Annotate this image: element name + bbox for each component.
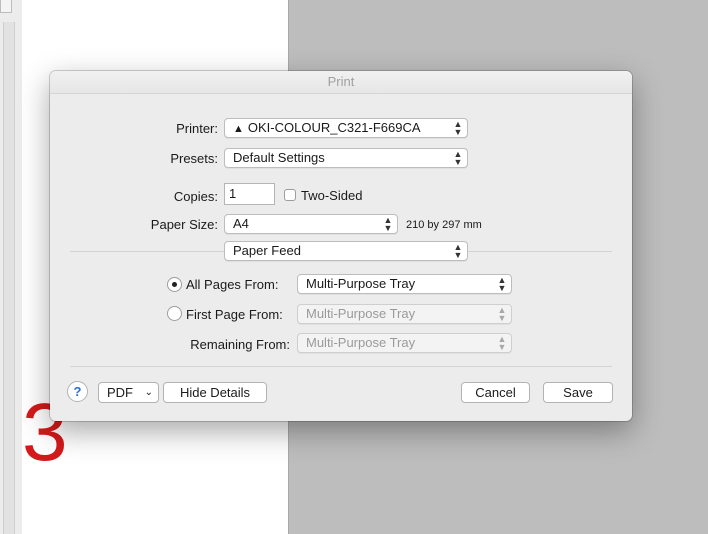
first-page-radio[interactable] [167,306,182,321]
two-sided-checkbox[interactable] [284,189,296,201]
dialog-title: Print [50,71,632,94]
up-down-chevron-icon: ▲ ▼ [453,242,463,260]
up-down-chevron-icon: ▲ ▼ [453,119,463,137]
warning-icon: ▲ [233,123,244,135]
document-sidebar [0,0,23,534]
up-down-chevron-icon: ▲ ▼ [497,275,507,293]
hide-details-button[interactable]: Hide Details [163,382,267,403]
copies-field[interactable]: 1 [224,183,275,205]
printer-popup[interactable]: ▲ OKI-COLOUR_C321-F669CA ▲ ▼ [224,118,468,138]
sidebar-top-control[interactable] [0,0,12,13]
section-value: Paper Feed [233,243,301,258]
up-down-chevron-icon: ▲ ▼ [497,305,507,323]
up-down-chevron-icon: ▲ ▼ [453,149,463,167]
presets-label: Presets: [170,151,218,166]
remaining-value: Multi-Purpose Tray [306,335,416,350]
paper-dimensions: 210 by 297 mm [406,219,482,231]
presets-popup[interactable]: Default Settings ▲ ▼ [224,148,468,168]
chevron-down-icon: ⌄ [144,387,153,398]
remaining-label: Remaining From: [190,337,290,352]
paper-size-label: Paper Size: [150,217,218,232]
pdf-label: PDF [107,385,133,400]
paper-size-value: A4 [233,216,249,231]
remaining-popup[interactable]: Multi-Purpose Tray ▲ ▼ [297,333,512,353]
printer-label: Printer: [176,121,218,136]
first-page-popup[interactable]: Multi-Purpose Tray ▲ ▼ [297,304,512,324]
up-down-chevron-icon: ▲ ▼ [497,334,507,352]
footer-divider [70,366,612,367]
radio-selected-dot [172,282,177,287]
print-dialog: Print Printer: ▲ OKI-COLOUR_C321-F669CA ▲… [50,71,632,421]
copies-label: Copies: [173,189,218,204]
first-page-value: Multi-Purpose Tray [306,306,416,321]
all-pages-radio[interactable] [167,277,182,292]
all-pages-popup[interactable]: Multi-Purpose Tray ▲ ▼ [297,274,512,294]
help-button[interactable]: ? [67,381,88,402]
printer-value: OKI-COLOUR_C321-F669CA [247,120,421,135]
paper-size-popup[interactable]: A4 ▲ ▼ [224,214,398,234]
two-sided-label: Two-Sided [301,188,363,203]
sidebar-scrollbar[interactable] [3,22,15,534]
up-down-chevron-icon: ▲ ▼ [383,215,393,233]
all-pages-label: All Pages From: [186,277,279,292]
pdf-menu-button[interactable]: PDF ⌄ [98,382,159,403]
presets-value: Default Settings [233,150,325,165]
save-button[interactable]: Save [543,382,613,403]
cancel-button[interactable]: Cancel [461,382,530,403]
section-popup[interactable]: Paper Feed ▲ ▼ [224,241,468,261]
first-page-label: First Page From: [186,307,283,322]
all-pages-value: Multi-Purpose Tray [306,276,416,291]
